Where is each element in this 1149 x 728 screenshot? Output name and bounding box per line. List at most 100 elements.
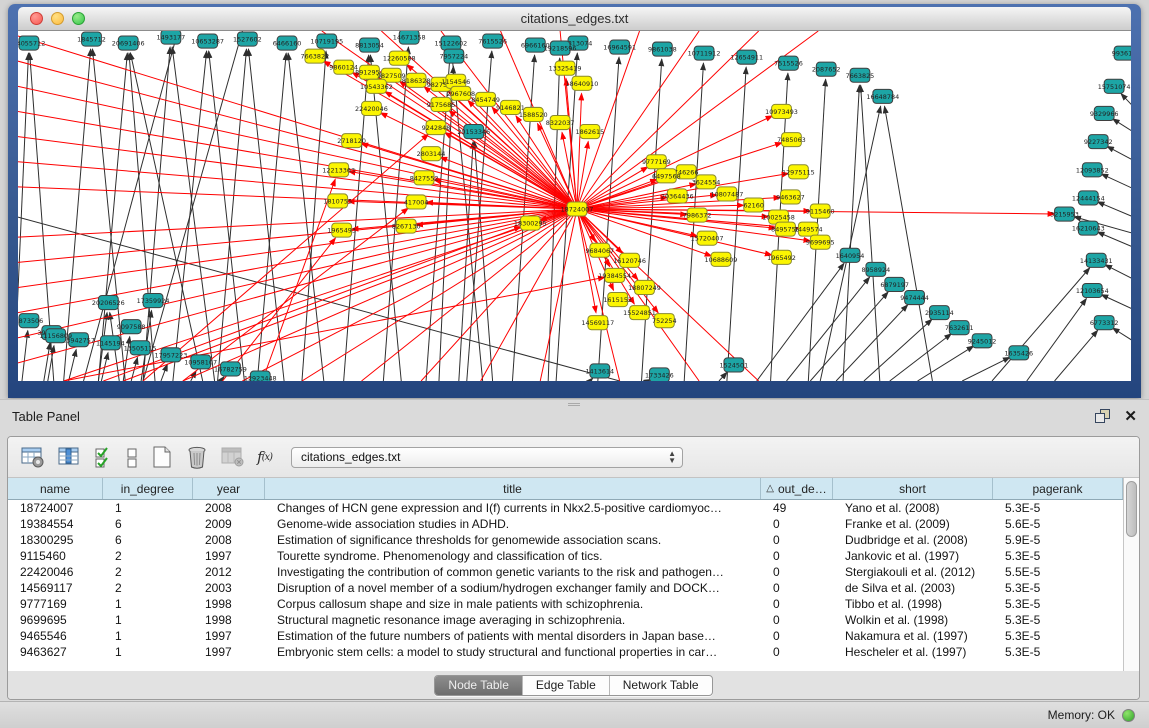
graph-node[interactable]: 1413614 <box>585 364 614 378</box>
table-row[interactable]: 911546021997Tourette syndrome. Phenomeno… <box>8 548 1123 564</box>
graph-node[interactable]: 9329966 <box>1090 106 1119 120</box>
graph-node[interactable]: 18807249 <box>628 280 661 294</box>
graph-node[interactable]: 9699695 <box>806 235 835 249</box>
graph-node[interactable]: 7663825 <box>846 68 875 82</box>
column-header-short[interactable]: short <box>833 478 993 499</box>
graph-node[interactable]: 7615526 <box>478 34 507 48</box>
graph-node[interactable]: 6879197 <box>880 277 909 291</box>
graph-node[interactable]: 10711912 <box>688 46 721 60</box>
graph-node[interactable]: 1810755 <box>323 194 352 208</box>
graph-node[interactable]: 9175685 <box>427 97 456 111</box>
graph-node[interactable]: 3624554 <box>692 175 721 189</box>
graph-node[interactable]: 15720407 <box>691 231 724 245</box>
graph-node[interactable]: 12923448 <box>244 371 277 381</box>
table-row[interactable]: 1830029562008Estimation of significance … <box>8 532 1123 548</box>
table-row[interactable]: 1938455462009Genome-wide association stu… <box>8 516 1123 532</box>
graph-node[interactable]: 15524851 <box>623 306 656 320</box>
column-header-name[interactable]: name <box>8 478 103 499</box>
table-row[interactable]: 969969511998Structural magnetic resonanc… <box>8 612 1123 628</box>
graph-node[interactable]: 16648784 <box>866 89 899 103</box>
graph-node[interactable]: 10719195 <box>310 34 343 48</box>
graph-node[interactable]: 1635426 <box>1004 346 1033 360</box>
table-row[interactable]: 1872400712008Changes of HCN gene express… <box>8 500 1123 516</box>
graph-node[interactable]: 15122602 <box>434 36 467 50</box>
graph-node[interactable]: 9684067 <box>585 243 614 257</box>
graph-node[interactable]: 9245012 <box>968 334 997 348</box>
graph-node[interactable]: 1733426 <box>645 368 674 381</box>
table-selector-dropdown[interactable]: citations_edges.txt ▲▼ <box>291 447 683 468</box>
graph-node[interactable]: 8267130 <box>392 219 421 233</box>
select-all-icon[interactable] <box>94 443 114 471</box>
table-row[interactable]: 977716911998Corpus callosum shape and si… <box>8 596 1123 612</box>
graph-node[interactable]: 9474444 <box>900 290 929 304</box>
column-header-year[interactable]: year <box>193 478 265 499</box>
tab-edge-table[interactable]: Edge Table <box>522 676 609 695</box>
column-header-pagerank[interactable]: pagerank <box>993 478 1123 499</box>
graph-node[interactable]: 1640954 <box>836 248 865 262</box>
graph-node[interactable]: 8958924 <box>861 262 890 276</box>
graph-node[interactable]: 12654911 <box>730 50 763 64</box>
graph-node[interactable]: 9097588 <box>117 320 146 334</box>
clear-selection-icon[interactable] <box>125 443 139 471</box>
graph-node[interactable]: 2935114 <box>925 306 954 320</box>
graph-node[interactable]: 2718120 <box>337 134 366 148</box>
graph-node[interactable]: 9860124 <box>329 60 358 74</box>
graph-node[interactable]: 9861038 <box>648 42 677 56</box>
graph-node[interactable]: 12260588 <box>383 51 416 65</box>
graph-node[interactable]: 62160 <box>743 198 764 212</box>
graph-node[interactable]: 8813054 <box>355 38 384 52</box>
graph-node[interactable]: 18640910 <box>566 76 599 90</box>
column-header-in-degree[interactable]: in_degree <box>103 478 193 499</box>
graph-node[interactable]: 7663822 <box>301 49 330 63</box>
function-builder-icon[interactable]: f(x) <box>257 443 272 471</box>
graph-node[interactable]: 9242848 <box>422 121 451 135</box>
network-canvas[interactable]: 1405571218457122069140614931771065328715… <box>18 31 1131 381</box>
table-settings-icon[interactable] <box>20 443 46 471</box>
graph-node[interactable]: 7515526 <box>774 56 803 70</box>
delete-column-icon[interactable] <box>185 443 209 471</box>
graph-node[interactable]: 1965492 <box>767 250 796 264</box>
graph-node[interactable]: 16964591 <box>603 40 636 54</box>
graph-node[interactable]: 7986372 <box>683 208 712 222</box>
graph-node[interactable]: 14055712 <box>18 36 45 50</box>
graph-node[interactable]: 752254 <box>652 314 677 328</box>
tab-node-table[interactable]: Node Table <box>435 676 522 695</box>
network-window-titlebar[interactable]: citations_edges.txt <box>18 7 1131 31</box>
graph-node[interactable]: 6497568 <box>652 169 681 183</box>
graph-node[interactable]: 9463627 <box>776 190 805 204</box>
graph-node[interactable]: 16120746 <box>613 253 646 267</box>
graph-node[interactable]: 19384554 <box>598 268 631 282</box>
graph-node[interactable]: 6773312 <box>1090 316 1119 330</box>
graph-node[interactable]: 9227342 <box>1084 135 1113 149</box>
graph-node[interactable]: 1524501 <box>720 358 749 372</box>
graph-node[interactable]: 1527602 <box>233 32 262 46</box>
table-row[interactable]: 2242004622012Investigating the contribut… <box>8 564 1123 580</box>
graph-node[interactable]: 12975115 <box>782 165 815 179</box>
graph-node[interactable]: 7957224 <box>440 49 469 63</box>
graph-node[interactable]: 20691406 <box>112 36 145 50</box>
graph-node[interactable]: 14569117 <box>581 316 614 330</box>
graph-node[interactable]: 1862615 <box>576 125 605 139</box>
column-header-title[interactable]: title <box>265 478 761 499</box>
graph-node[interactable]: 2803144 <box>417 147 446 161</box>
divider-grip-icon[interactable] <box>568 402 580 407</box>
graph-node[interactable]: 2087652 <box>812 62 841 76</box>
float-panel-icon[interactable] <box>1095 409 1110 423</box>
graph-node[interactable]: 1965493 <box>327 223 356 237</box>
graph-node[interactable]: 9115460 <box>806 204 835 218</box>
graph-node[interactable]: 12213363 <box>322 163 355 177</box>
graph-node[interactable]: 1615152 <box>603 292 632 306</box>
graph-node[interactable]: 20364436 <box>661 189 694 203</box>
graph-node[interactable]: 993612 <box>1112 46 1131 60</box>
graph-node[interactable]: 8427552 <box>410 171 439 185</box>
graph-node[interactable]: 10688609 <box>705 252 738 266</box>
graph-node[interactable]: 1873506 <box>18 314 43 328</box>
table-row[interactable]: 1456911722003Disruption of a novel membe… <box>8 580 1123 596</box>
column-visibility-icon[interactable] <box>57 443 83 471</box>
graph-node[interactable]: 10653287 <box>191 34 224 48</box>
graph-node[interactable]: 1449574 <box>794 222 823 236</box>
graph-node[interactable]: 3215953 <box>1050 207 1079 221</box>
graph-node[interactable]: 7632611 <box>945 321 974 335</box>
scrollbar-thumb[interactable] <box>1126 481 1137 537</box>
column-header-out-degree[interactable]: △out_de… <box>761 478 833 499</box>
